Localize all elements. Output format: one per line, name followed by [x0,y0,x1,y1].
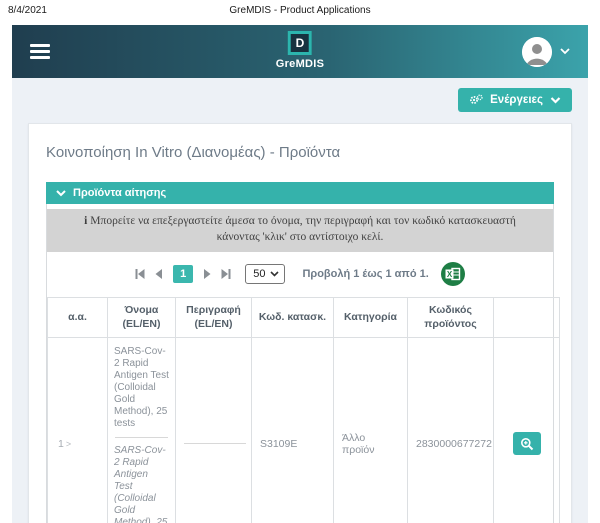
user-menu[interactable] [522,37,570,67]
info-text: Μπορείτε να επεξεργαστείτε άμεσα το όνομ… [90,215,516,243]
content-card: Κοινοποίηση In Vitro (Διανομέας) - Προϊό… [28,123,572,523]
manufacturer-code-cell[interactable]: S3109E [252,338,334,523]
page-title: Κοινοποίηση In Vitro (Διανομέας) - Προϊό… [46,144,554,161]
column-header-index: α.α. [48,298,108,338]
logo-d-icon: D [288,31,312,55]
next-page-icon[interactable] [202,268,213,280]
column-header-name: Όνομα (EL/EN) [108,298,176,338]
excel-export-icon[interactable]: X [440,261,466,287]
table-header-row: α.α. Όνομα (EL/EN) Περιγραφή (EL/EN) Κωδ… [48,298,560,338]
product-name-el: SARS-Cov-2 Rapid Antigen Test (Colloidal… [114,346,169,430]
products-table: α.α. Όνομα (EL/EN) Περιγραφή (EL/EN) Κωδ… [47,297,560,523]
column-header-manufacturer-code: Κωδ. κατασκ. [252,298,334,338]
product-code-cell: 2830000677272 [408,338,494,523]
menu-icon[interactable] [30,41,50,62]
chevron-down-icon [560,48,570,55]
person-icon [522,37,552,67]
category-cell: Άλλο προϊόν [334,338,408,523]
panel-header-products[interactable]: Προϊόντα αίτησης [46,182,554,204]
actions-row: Ενέργειες [28,88,572,112]
table-row: 1> SARS-Cov-2 Rapid Antigen Test (Colloi… [48,338,560,523]
view-details-button[interactable] [513,432,541,455]
panel-title: Προϊόντα αίτησης [73,187,166,199]
row-expand-icon: > [66,439,71,449]
column-header-description: Περιγραφή (EL/EN) [176,298,252,338]
info-message: iΜπορείτε να επεξεργαστείτε άμεσα το όνο… [47,209,553,252]
column-header-actions [494,298,560,338]
column-header-category: Κατηγορία [334,298,408,338]
avatar[interactable] [522,37,552,67]
app-logo: D GreMDIS [276,31,325,70]
pagination: 1 50 Προβολή 1 έως [47,252,553,295]
chevron-down-icon [56,190,66,197]
current-page-button[interactable]: 1 [173,265,193,283]
products-panel: Προϊόντα αίτησης iΜπορείτε να επεξεργαστ… [46,182,554,523]
last-page-icon[interactable] [220,268,232,280]
panel-body: iΜπορείτε να επεξεργαστείτε άμεσα το όνο… [46,204,554,523]
brand-name: GreMDIS [276,58,325,70]
pagination-summary: Προβολή 1 έως 1 από 1. [302,268,428,280]
page-size-value: 50 [253,268,265,280]
gears-icon [469,94,483,106]
actions-cell [494,338,560,523]
navbar: D GreMDIS [12,25,588,78]
description-cell[interactable] [176,338,252,523]
name-cell[interactable]: SARS-Cov-2 Rapid Antigen Test (Colloidal… [108,338,176,523]
print-header: 8/4/2021 GreMDIS - Product Applications [0,0,600,25]
chevron-down-icon [550,97,561,104]
actions-button-label: Ενέργειες [490,94,543,106]
magnifier-zoom-icon [520,437,534,451]
first-page-icon[interactable] [134,268,146,280]
row-index-cell[interactable]: 1> [48,338,108,523]
app-window: D GreMDIS [12,25,588,523]
prev-page-icon[interactable] [153,268,164,280]
product-name-en: SARS-Cov-2 Rapid Antigen Test (Colloidal… [114,445,169,523]
svg-text:X: X [447,270,453,279]
actions-button[interactable]: Ενέργειες [458,88,572,112]
info-icon: i [84,215,87,227]
divider [184,443,246,444]
page-size-select[interactable]: 50 [245,264,285,284]
chevron-down-icon [270,271,279,277]
divider [115,437,168,438]
print-document-title: GreMDIS - Product Applications [0,5,600,16]
main-content: Ενέργειες Κοινοποίηση In Vitro (Διανομέα… [12,78,588,523]
column-header-product-code: Κωδικός προϊόντος [408,298,494,338]
